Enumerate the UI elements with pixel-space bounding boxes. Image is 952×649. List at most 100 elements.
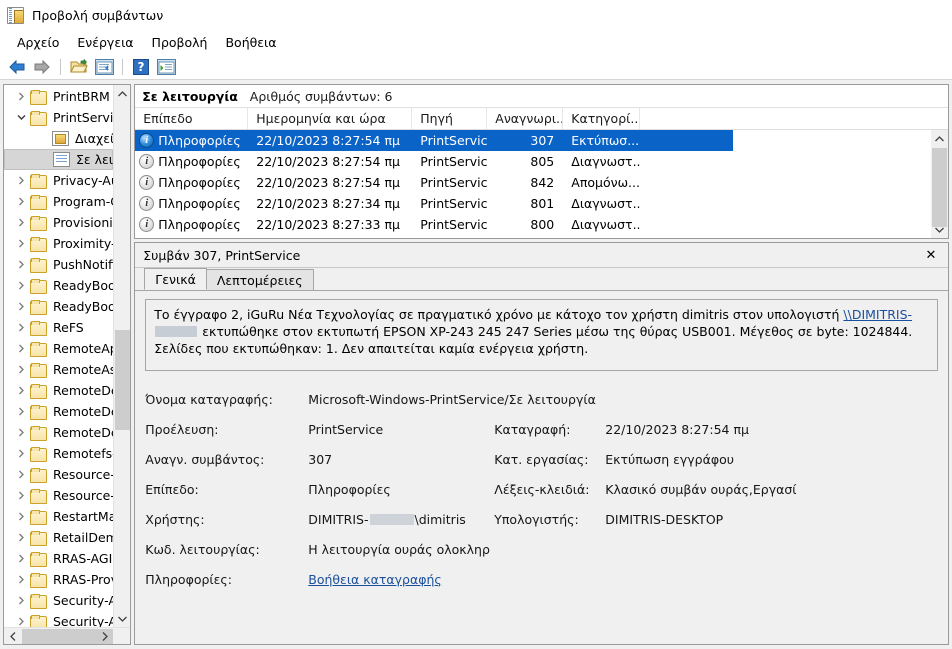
value-logged: 22/10/2023 8:27:54 πμ	[605, 421, 749, 437]
table-row[interactable]: i Πληροφορίες 22/10/2023 8:27:54 πμ PrintSe…	[135, 151, 948, 172]
tree-item[interactable]: Resource-Exhaustion-Detector	[4, 464, 113, 485]
tab-details[interactable]: Λεπτομέρειες	[205, 269, 314, 290]
tree-item[interactable]: RemoteAssistance	[4, 359, 113, 380]
scroll-right-icon[interactable]	[96, 628, 113, 644]
chevron-right-icon[interactable]	[12, 611, 30, 627]
folder-icon	[30, 488, 47, 504]
chevron-right-icon[interactable]	[12, 464, 30, 485]
tree-item[interactable]: PushNotifications-Platform	[4, 254, 113, 275]
event-list-vertical-scrollbar[interactable]	[931, 130, 948, 238]
field-row-opcode: Κωδ. λειτουργίας: Η λειτουργία ουράς ολο…	[145, 534, 938, 564]
column-header-datetime[interactable]: Ημερομηνία και ώρα	[248, 108, 413, 129]
event-list-scroll-up-icon[interactable]	[931, 130, 948, 147]
folder-icon	[30, 215, 47, 231]
tree-item[interactable]: Privacy-Auditing	[4, 170, 113, 191]
tree-item[interactable]: ReadyBoostDriver	[4, 296, 113, 317]
table-row[interactable]: i Πληροφορίες 22/10/2023 8:27:54 πμ PrintSe…	[135, 130, 734, 151]
table-row[interactable]: i Πληροφορίες 22/10/2023 8:27:34 πμ PrintSe…	[135, 193, 948, 214]
field-row-more-info: Πληροφορίες: Βοήθεια καταγραφής	[145, 564, 938, 594]
tree-item[interactable]: RemoteApp and Desktop Connections	[4, 338, 113, 359]
column-header-category[interactable]: Κατηγορί...	[563, 108, 641, 129]
tree-item[interactable]: RemoteDesktopServices-RemoteFX-S	[4, 401, 113, 422]
tree-item[interactable]: RestartManager	[4, 506, 113, 527]
chevron-right-icon[interactable]	[12, 422, 30, 443]
event-log-online-help-link[interactable]: Βοήθεια καταγραφής	[308, 572, 441, 587]
chevron-right-icon[interactable]	[12, 443, 30, 464]
chevron-right-icon[interactable]	[12, 401, 30, 422]
folder-icon	[30, 110, 47, 126]
forward-button[interactable]	[31, 57, 53, 77]
tree-item[interactable]: PrintService	[4, 107, 113, 128]
scroll-left-icon[interactable]	[4, 628, 21, 644]
table-row[interactable]: i Πληροφορίες 22/10/2023 8:27:33 πμ PrintSe…	[135, 214, 948, 235]
chevron-right-icon[interactable]	[12, 527, 30, 548]
tree-item[interactable]: Διαχείριση	[4, 128, 113, 149]
chevron-right-icon[interactable]	[12, 380, 30, 401]
chevron-right-icon[interactable]	[12, 548, 30, 569]
tree-item[interactable]: ReadyBoost	[4, 275, 113, 296]
scroll-down-icon[interactable]	[114, 610, 131, 627]
tree-horizontal-scrollbar[interactable]	[4, 627, 131, 644]
tree-item[interactable]: RRAS-AGILEVPN-Provider	[4, 548, 113, 569]
chevron-right-icon[interactable]	[12, 359, 30, 380]
tree-item[interactable]: RRAS-Provider	[4, 569, 113, 590]
help-button[interactable]: ?	[130, 57, 152, 77]
chevron-right-icon[interactable]	[12, 191, 30, 212]
chevron-right-icon[interactable]	[12, 170, 30, 191]
event-detail-panel: Συμβάν 307, PrintService ✕ Γενικά Λεπτομ…	[134, 242, 949, 645]
tree-item[interactable]: Proximity-Common	[4, 233, 113, 254]
scrollbar-corner	[113, 628, 131, 644]
event-list-scroll-thumb[interactable]	[932, 148, 947, 227]
computer-name-link[interactable]: \\DIMITRIS-	[843, 307, 912, 322]
menu-item-action[interactable]: Ενέργεια	[68, 32, 142, 53]
tree-item[interactable]: Provisioning-Diagnostics-Provider	[4, 212, 113, 233]
chevron-down-icon[interactable]	[12, 107, 30, 128]
cell-datetime: 22/10/2023 8:27:33 πμ	[256, 217, 400, 232]
svg-text:?: ?	[138, 60, 145, 74]
table-row[interactable]: i Πληροφορίες 22/10/2023 8:27:54 πμ PrintSe…	[135, 172, 948, 193]
column-header-event-id[interactable]: Αναγνωρι...	[487, 108, 564, 129]
tree-item[interactable]: RemoteDesktopServices-SessionServ	[4, 422, 113, 443]
tree-item[interactable]: ReFS	[4, 317, 113, 338]
chevron-right-icon[interactable]	[12, 485, 30, 506]
tab-general[interactable]: Γενικά	[144, 268, 207, 290]
tree-item[interactable]: RetailDemo	[4, 527, 113, 548]
tree-item[interactable]: PrintBRM	[4, 86, 113, 107]
chevron-right-icon[interactable]	[12, 212, 30, 233]
menu-item-file[interactable]: Αρχείο	[8, 32, 68, 53]
column-header-level[interactable]: Επίπεδο	[135, 108, 249, 129]
menu-item-view[interactable]: Προβολή	[143, 32, 217, 53]
chevron-right-icon[interactable]	[12, 338, 30, 359]
chevron-right-icon[interactable]	[12, 590, 30, 611]
tree-item[interactable]: Resource-Exhaustion-Resolver	[4, 485, 113, 506]
back-button[interactable]	[6, 57, 28, 77]
show-hide-console-tree-button[interactable]	[93, 57, 115, 77]
tree-item[interactable]: RemoteDesktopServices-RdpCoreTS	[4, 380, 113, 401]
tree-item[interactable]: Security-Adminless	[4, 590, 113, 611]
open-saved-log-button[interactable]	[68, 57, 90, 77]
chevron-right-icon[interactable]	[12, 233, 30, 254]
chevron-right-icon[interactable]	[12, 86, 30, 107]
tree-item[interactable]: Program-Compatibility-Assistant	[4, 191, 113, 212]
chevron-right-icon[interactable]	[12, 317, 30, 338]
chevron-right-icon[interactable]	[12, 569, 30, 590]
chevron-right-icon[interactable]	[12, 506, 30, 527]
value-level: Πληροφορίες	[308, 481, 391, 497]
event-list-scroll-down-icon[interactable]	[931, 221, 948, 238]
tree-item[interactable]: Σε λειτουργία	[4, 149, 114, 170]
event-viewer-icon	[7, 6, 24, 24]
tree-item[interactable]: Remotefs-Rdbss	[4, 443, 113, 464]
cell-event-id: 307	[530, 133, 555, 148]
close-icon[interactable]: ✕	[920, 245, 942, 265]
chevron-right-icon[interactable]	[12, 254, 30, 275]
menu-item-help[interactable]: Βοήθεια	[216, 32, 285, 53]
column-header-source[interactable]: Πηγή	[412, 108, 488, 129]
show-hide-action-pane-button[interactable]	[155, 57, 177, 77]
chevron-right-icon[interactable]	[12, 275, 30, 296]
tree-scroll-thumb[interactable]	[115, 330, 131, 430]
scroll-up-icon[interactable]	[114, 85, 131, 102]
chevron-right-icon[interactable]	[12, 296, 30, 317]
tree-item[interactable]: Security-Audit-Configuration-Client	[4, 611, 113, 627]
tree-vertical-scrollbar[interactable]	[113, 85, 131, 627]
